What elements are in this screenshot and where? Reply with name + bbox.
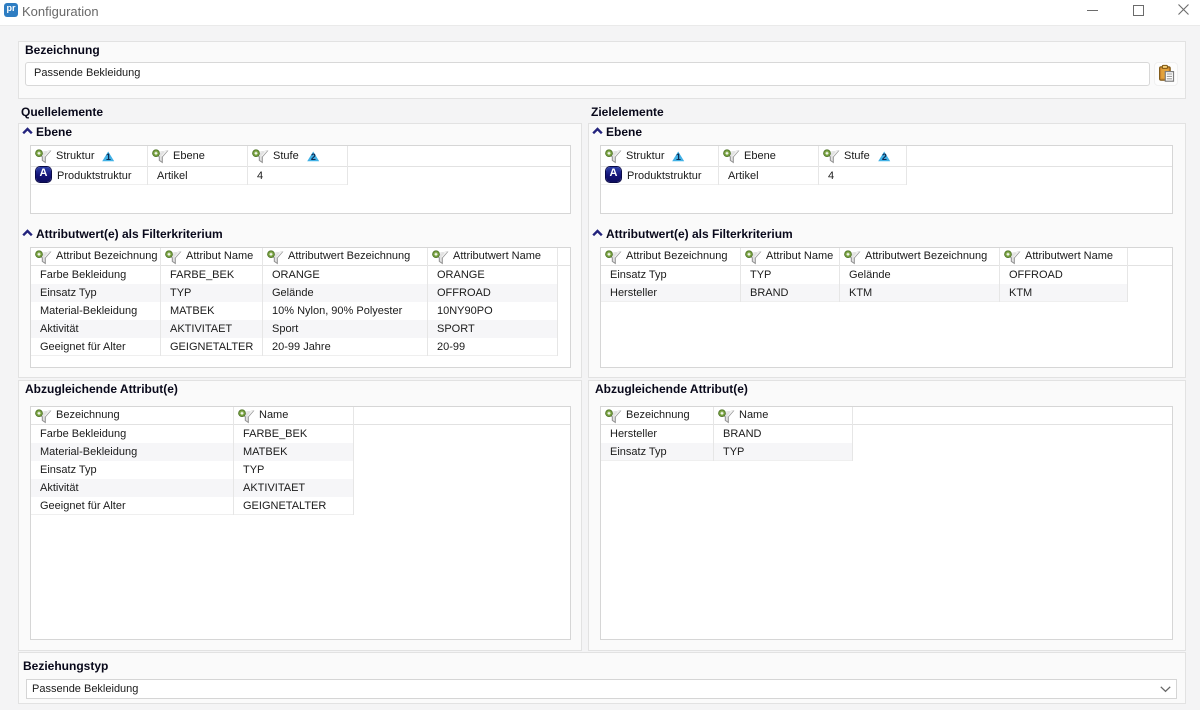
svg-text:1: 1 bbox=[106, 152, 111, 162]
svg-text:2: 2 bbox=[882, 152, 887, 162]
svg-text:2: 2 bbox=[311, 152, 316, 162]
svg-text:1: 1 bbox=[676, 152, 681, 162]
